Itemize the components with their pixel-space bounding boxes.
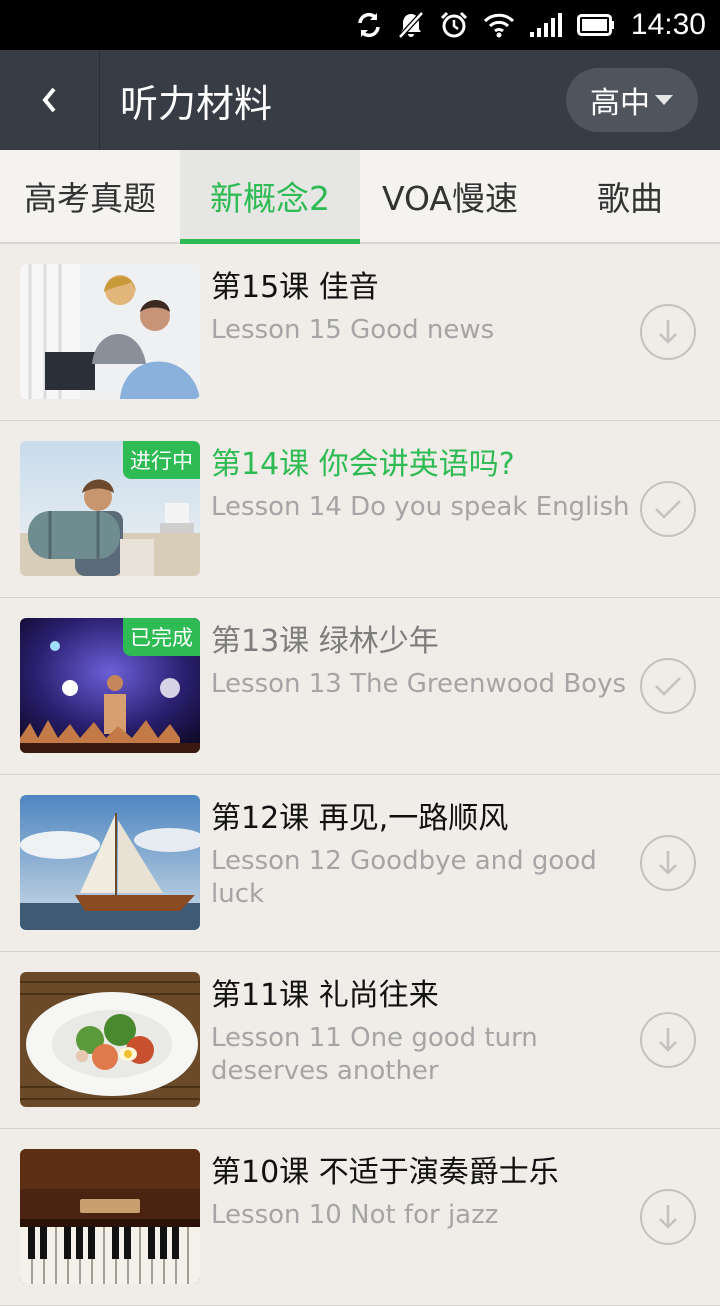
tab-new-concept-2[interactable]: 新概念2: [180, 150, 360, 244]
completed-status-button[interactable]: [640, 481, 696, 537]
page-title: 听力材料: [120, 81, 273, 126]
mute-notification-icon: [397, 11, 425, 39]
download-button[interactable]: [640, 1012, 696, 1068]
caret-down-icon: [655, 95, 673, 105]
tab-voa-slow[interactable]: VOA慢速: [360, 150, 540, 242]
tab-gaokao[interactable]: 高考真题: [0, 150, 180, 242]
download-icon: [659, 851, 677, 875]
lesson-text: 第11课 礼尚往来 Lesson 11 One good turn deserv…: [211, 974, 631, 1088]
lesson-title: 第15课 佳音: [211, 270, 379, 305]
lesson-title: 第10课 不适于演奏爵士乐: [211, 1155, 559, 1190]
lesson-subtitle: Lesson 13 The Greenwood Boys: [211, 669, 626, 699]
lesson-row-10[interactable]: 第10课 不适于演奏爵士乐 Lesson 10 Not for jazz: [0, 1129, 720, 1306]
grade-label: 高中: [590, 86, 650, 121]
lesson-text: 第14课 你会讲英语吗? Lesson 14 Do you speak Engl…: [211, 443, 631, 524]
lesson-text: 第10课 不适于演奏爵士乐 Lesson 10 Not for jazz: [211, 1151, 631, 1232]
download-icon: [659, 320, 677, 344]
back-button[interactable]: [0, 50, 100, 150]
lesson-thumbnail: [20, 264, 200, 399]
wifi-icon: [483, 12, 515, 38]
chevron-left-icon: [41, 87, 56, 113]
lesson-thumbnail: [20, 972, 200, 1107]
status-bar: 14:30: [0, 0, 720, 50]
lesson-text: 第12课 再见,一路顺风 Lesson 12 Goodbye and good …: [211, 797, 631, 911]
completed-badge: 已完成: [123, 618, 200, 656]
lesson-subtitle: Lesson 11 One good turn deserves another: [211, 1023, 538, 1086]
lesson-list: 第15课 佳音 Lesson 15 Good news 进行中 第14课 你会讲…: [0, 244, 720, 1306]
category-tabs: 高考真题 新概念2 VOA慢速 歌曲: [0, 150, 720, 244]
check-icon: [655, 677, 681, 696]
lesson-title: 第11课 礼尚往来: [211, 978, 439, 1013]
download-icon: [659, 1205, 677, 1229]
download-icon: [659, 1028, 677, 1052]
download-button[interactable]: [640, 304, 696, 360]
completed-status-button[interactable]: [640, 658, 696, 714]
status-time: 14:30: [630, 8, 706, 41]
lesson-title: 第13课 绿林少年: [211, 624, 439, 659]
download-button[interactable]: [640, 835, 696, 891]
lesson-subtitle: Lesson 12 Goodbye and good luck: [211, 846, 597, 909]
sync-icon: [355, 11, 383, 39]
lesson-text: 第15课 佳音 Lesson 15 Good news: [211, 266, 631, 347]
lesson-row-11[interactable]: 第11课 礼尚往来 Lesson 11 One good turn deserv…: [0, 952, 720, 1129]
download-button[interactable]: [640, 1189, 696, 1245]
lesson-title: 第12课 再见,一路顺风: [211, 801, 509, 836]
lesson-row-15[interactable]: 第15课 佳音 Lesson 15 Good news: [0, 244, 720, 421]
grade-dropdown[interactable]: 高中: [566, 68, 698, 132]
lesson-thumbnail: [20, 795, 200, 930]
lesson-thumbnail: 进行中: [20, 441, 200, 576]
check-icon: [655, 500, 681, 519]
lesson-row-12[interactable]: 第12课 再见,一路顺风 Lesson 12 Goodbye and good …: [0, 775, 720, 952]
alarm-icon: [439, 10, 469, 40]
battery-icon: [576, 14, 615, 36]
lesson-thumbnail: [20, 1149, 200, 1284]
lesson-subtitle: Lesson 15 Good news: [211, 315, 495, 345]
lesson-row-14[interactable]: 进行中 第14课 你会讲英语吗? Lesson 14 Do you speak …: [0, 421, 720, 598]
lesson-subtitle: Lesson 10 Not for jazz: [211, 1200, 499, 1230]
in-progress-badge: 进行中: [123, 441, 200, 479]
tab-songs[interactable]: 歌曲: [540, 150, 720, 242]
signal-icon: [529, 12, 563, 38]
lesson-row-13[interactable]: 已完成 第13课 绿林少年 Lesson 13 The Greenwood Bo…: [0, 598, 720, 775]
lesson-text: 第13课 绿林少年 Lesson 13 The Greenwood Boys: [211, 620, 631, 701]
lesson-subtitle: Lesson 14 Do you speak English: [211, 492, 630, 522]
title-bar: 听力材料 高中: [0, 50, 720, 150]
lesson-title: 第14课 你会讲英语吗?: [211, 447, 515, 482]
lesson-thumbnail: 已完成: [20, 618, 200, 753]
